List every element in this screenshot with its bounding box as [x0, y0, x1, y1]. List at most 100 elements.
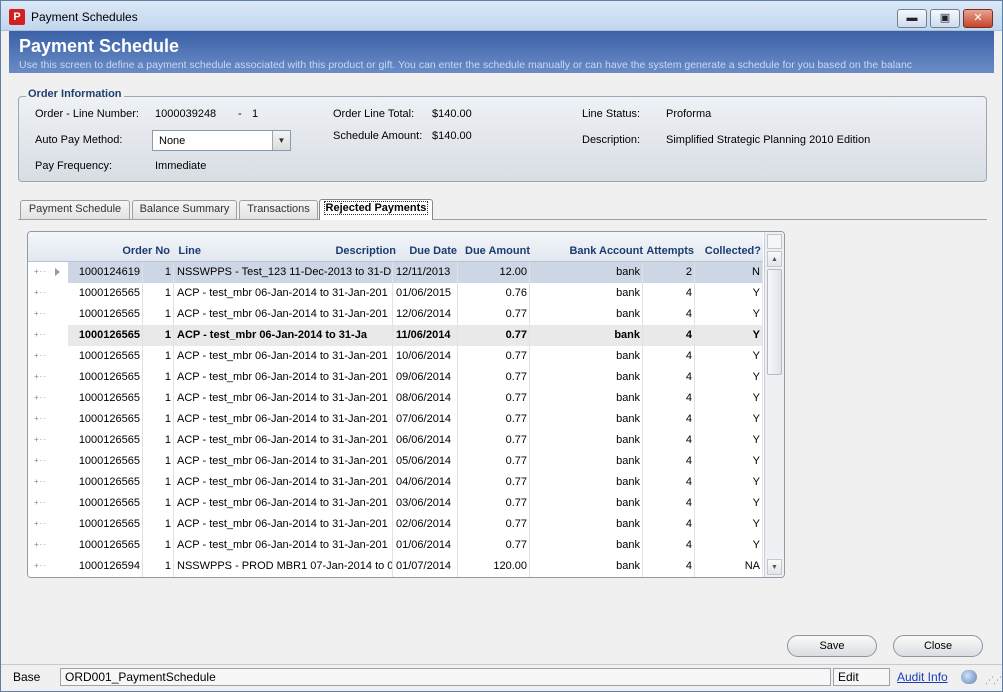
row-expander[interactable]: +··	[28, 493, 68, 514]
row-cells: 1000124619 1 NSSWPPS - Test_123 11-Dec-201…	[68, 262, 763, 283]
row-expander[interactable]: +··	[28, 514, 68, 535]
page-title: Payment Schedule	[19, 36, 180, 56]
close-window-button[interactable]: ✕	[963, 9, 993, 28]
table-row[interactable]: +·· 1000126565 1 ACP - test_mbr 06-Jan-2014…	[28, 535, 763, 556]
column-header-collected[interactable]: Collected?	[705, 245, 761, 257]
order-line-label: Order - Line Number:	[35, 108, 139, 120]
row-expander[interactable]: +··	[28, 430, 68, 451]
row-expander[interactable]: +··	[28, 304, 68, 325]
scroll-down-icon[interactable]: ▼	[767, 559, 782, 575]
table-row[interactable]: +·· 1000126594 1 NSSWPPS - PROD MBR1 07-Jan…	[28, 556, 763, 577]
row-expander[interactable]: +··	[28, 409, 68, 430]
tree-expand-icon[interactable]: +··	[34, 540, 47, 549]
row-expander[interactable]: +··	[28, 535, 68, 556]
tree-expand-icon[interactable]: +··	[34, 435, 47, 444]
table-row[interactable]: +·· 1000126565 1 ACP - test_mbr 06-Jan-2014…	[28, 472, 763, 493]
table-row[interactable]: +·· 1000126565 1 ACP - test_mbr 06-Jan-2014…	[28, 388, 763, 409]
row-expander[interactable]: +··	[28, 346, 68, 367]
scrollbar-thumb[interactable]	[767, 269, 782, 375]
row-expander[interactable]: +··	[28, 283, 68, 304]
grid-vertical-scrollbar[interactable]: ▲ ▼	[764, 232, 784, 577]
table-row[interactable]: +·· 1000126565 1 ACP - test_mbr 06-Jan-2014…	[28, 283, 763, 304]
tree-expand-icon[interactable]: +··	[34, 498, 47, 507]
grid-rows: +·· 1000124619 1 NSSWPPS - Test_123 11-Dec-…	[28, 262, 763, 577]
table-row[interactable]: +·· 1000126565 1 ACP - test_mbr 06-Jan-2014…	[28, 346, 763, 367]
cell-attempts: 4	[643, 472, 695, 493]
row-expander[interactable]: +··	[28, 556, 68, 577]
row-cells: 1000126565 1 ACP - test_mbr 06-Jan-2014 to…	[68, 325, 763, 346]
table-row[interactable]: +·· 1000126565 1 ACP - test_mbr 06-Jan-2014…	[28, 367, 763, 388]
row-expander[interactable]: +··	[28, 262, 68, 283]
tree-expand-icon[interactable]: +··	[34, 414, 47, 423]
column-header-line[interactable]: Line	[178, 245, 201, 257]
cell-due-date: 04/06/2014	[393, 472, 458, 493]
tree-expand-icon[interactable]: +··	[34, 351, 47, 360]
audit-info-link[interactable]: Audit Info	[897, 670, 948, 684]
tree-expand-icon[interactable]: +··	[34, 309, 47, 318]
row-expander[interactable]: +··	[28, 325, 68, 346]
column-header-order-no[interactable]: Order No	[122, 245, 170, 257]
column-header-due-date[interactable]: Due Date	[409, 245, 457, 257]
resize-grip-icon[interactable]: ⋰⋰	[985, 675, 1002, 686]
cell-description: ACP - test_mbr 06-Jan-2014 to 31-Ja	[174, 325, 393, 346]
minimize-button[interactable]: ▬	[897, 9, 927, 28]
table-row[interactable]: +·· 1000126565 1 ACP - test_mbr 06-Jan-2014…	[28, 430, 763, 451]
cell-description: NSSWPPS - PROD MBR1 07-Jan-2014 to 0	[174, 556, 393, 577]
auto-pay-method-select[interactable]: None ▼	[152, 130, 291, 151]
cell-attempts: 4	[643, 514, 695, 535]
tree-expand-icon[interactable]: +··	[34, 393, 47, 402]
column-header-bank-account[interactable]: Bank Account	[569, 245, 643, 257]
column-header-description[interactable]: Description	[335, 245, 396, 257]
line-status-value: Proforma	[666, 108, 712, 120]
cell-collected: Y	[695, 283, 763, 304]
cell-order-no: 1000126565	[68, 283, 143, 304]
schedule-amount-value: $140.00	[432, 130, 472, 142]
status-base-label: Base	[13, 670, 41, 684]
tree-expand-icon[interactable]: +··	[34, 330, 47, 339]
maximize-button[interactable]: ▣	[930, 9, 960, 28]
order-line-total-value: $140.00	[432, 108, 472, 120]
table-row[interactable]: +·· 1000126565 1 ACP - test_mbr 06-Jan-2014…	[28, 304, 763, 325]
tab-transactions[interactable]: Transactions	[239, 200, 318, 219]
table-row[interactable]: +·· 1000126565 1 ACP - test_mbr 06-Jan-2014…	[28, 514, 763, 535]
save-button[interactable]: Save	[787, 635, 877, 657]
cell-bank-account: bank	[530, 556, 643, 577]
window-title: Payment Schedules	[31, 10, 138, 24]
cell-description: ACP - test_mbr 06-Jan-2014 to 31-Jan-201	[174, 493, 393, 514]
table-row[interactable]: +·· 1000126565 1 ACP - test_mbr 06-Jan-2014…	[28, 451, 763, 472]
tree-expand-icon[interactable]: +··	[34, 456, 47, 465]
line-status-label: Line Status:	[582, 108, 641, 120]
cell-due-amount: 0.77	[458, 325, 530, 346]
printer-icon[interactable]	[961, 670, 977, 684]
table-row[interactable]: +·· 1000124619 1 NSSWPPS - Test_123 11-Dec-…	[28, 262, 763, 283]
close-button[interactable]: Close	[893, 635, 983, 657]
column-header-due-amount[interactable]: Due Amount	[465, 245, 530, 257]
cell-due-amount: 0.77	[458, 514, 530, 535]
row-expander[interactable]: +··	[28, 451, 68, 472]
cell-due-amount: 0.76	[458, 283, 530, 304]
tree-expand-icon[interactable]: +··	[34, 477, 47, 486]
row-expander[interactable]: +··	[28, 367, 68, 388]
row-cells: 1000126565 1 ACP - test_mbr 06-Jan-2014 to…	[68, 514, 763, 535]
tree-expand-icon[interactable]: +··	[34, 288, 47, 297]
tab-rejected-payments[interactable]: Rejected Payments	[319, 199, 433, 220]
row-expander[interactable]: +··	[28, 472, 68, 493]
cell-attempts: 4	[643, 556, 695, 577]
tree-expand-icon[interactable]: +··	[34, 561, 47, 570]
chevron-down-icon[interactable]: ▼	[272, 131, 290, 150]
table-row[interactable]: +·· 1000126565 1 ACP - test_mbr 06-Jan-2014…	[28, 493, 763, 514]
tab-balance-summary[interactable]: Balance Summary	[132, 200, 237, 219]
cell-line: 1	[143, 556, 174, 577]
row-expander[interactable]: +··	[28, 388, 68, 409]
rejected-payments-grid[interactable]: Order No Line Description Due Date Due A…	[27, 231, 785, 578]
table-row[interactable]: +·· 1000126565 1 ACP - test_mbr 06-Jan-2014…	[28, 325, 763, 346]
tree-expand-icon[interactable]: +··	[34, 519, 47, 528]
tree-expand-icon[interactable]: +··	[34, 267, 47, 276]
scroll-up-icon[interactable]: ▲	[767, 251, 782, 267]
column-header-attempts[interactable]: Attempts	[646, 245, 694, 257]
tree-expand-icon[interactable]: +··	[34, 372, 47, 381]
tab-rejected-payments-label: Rejected Payments	[323, 201, 429, 215]
cell-description: ACP - test_mbr 06-Jan-2014 to 31-Jan-201	[174, 409, 393, 430]
tab-payment-schedule[interactable]: Payment Schedule	[20, 200, 130, 219]
table-row[interactable]: +·· 1000126565 1 ACP - test_mbr 06-Jan-2014…	[28, 409, 763, 430]
